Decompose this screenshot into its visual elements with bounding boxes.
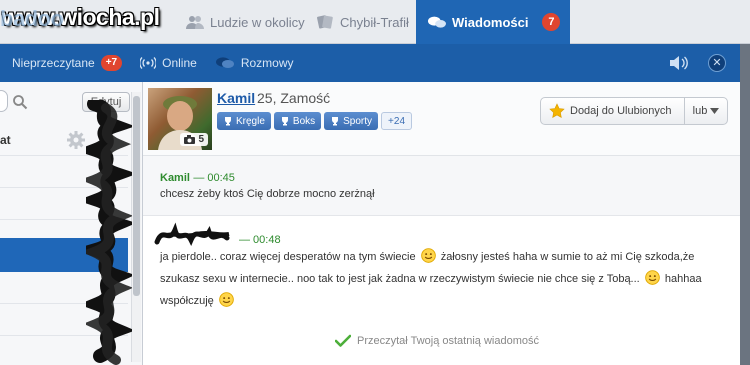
censored-author-scribble — [154, 222, 230, 246]
trophy-icon — [332, 117, 339, 126]
people-icon — [186, 16, 204, 29]
message-header: Kamil — 00:45 — [160, 170, 235, 184]
trophy-icon — [225, 117, 231, 126]
list-item-label: at — [0, 133, 11, 147]
profile-header: 5 Kamil 25, Zamość Kręgle Boks Sporty +2… — [143, 82, 740, 156]
gear-icon[interactable] — [66, 130, 86, 150]
message-author[interactable]: Kamil — [160, 172, 190, 184]
camera-icon — [184, 135, 196, 144]
add-to-favorites-button[interactable]: Dodaj do Ulubionych — [540, 97, 685, 125]
checkmark-icon — [335, 334, 351, 347]
page-background-edge — [740, 44, 750, 365]
filter-online[interactable]: Online — [140, 56, 197, 70]
smiley-icon — [644, 270, 660, 285]
or-label: lub — [692, 105, 708, 117]
add-to-favorites-label: Dodaj do Ulubionych — [570, 105, 672, 117]
message-time: — 00:45 — [193, 172, 235, 184]
nav-people-nearby[interactable]: Ludzie w okolicy — [186, 0, 305, 44]
more-interests-tag[interactable]: +24 — [381, 112, 413, 130]
star-icon — [549, 103, 565, 118]
chevron-down-icon — [710, 108, 720, 114]
interest-tag[interactable]: Sporty — [324, 112, 379, 130]
profile-age-city: 25, Zamość — [257, 90, 331, 106]
smiley-icon — [420, 248, 436, 263]
interest-tag-label: Kręgle — [236, 115, 265, 127]
online-signal-icon — [140, 57, 157, 69]
chat-panel: 5 Kamil 25, Zamość Kręgle Boks Sporty +2… — [143, 82, 740, 365]
unread-badge: +7 — [100, 55, 123, 71]
message-text: chcesz żeby ktoś Cię dobrze mocno zerżną… — [160, 188, 375, 200]
read-receipt: Przeczytał Twoją ostatnią wiadomość — [335, 334, 539, 347]
nav-messages-label: Wiadomości — [452, 14, 529, 30]
nav-hot-or-not[interactable]: Chybił-Trafił — [316, 0, 409, 44]
interest-tag[interactable]: Boks — [273, 112, 322, 130]
search-input[interactable] — [0, 90, 8, 112]
smiley-icon — [219, 292, 234, 307]
badoo-logo-text: badoo — [0, 6, 64, 31]
profile-name-link[interactable]: Kamil — [217, 90, 255, 106]
chat-bubbles-icon — [428, 16, 446, 28]
interest-tag-label: Sporty — [343, 115, 373, 127]
scrollbar-thumb[interactable] — [133, 96, 140, 296]
message-text: ja pierdole.. coraz więcej desperatów na… — [160, 246, 720, 312]
conversations-icon — [215, 57, 234, 68]
avatar[interactable]: 5 — [148, 88, 212, 150]
censor-scribble — [86, 100, 132, 365]
speaker-icon[interactable] — [668, 55, 688, 71]
nav-hot-or-not-label: Chybił-Trafił — [340, 14, 409, 30]
message-header: — 00:48 — [153, 222, 281, 248]
read-receipt-text: Przeczytał Twoją ostatnią wiadomość — [357, 334, 539, 347]
messenger-toolbar: Nieprzeczytane +7 Online Rozmowy ✕ — [0, 44, 740, 82]
logo[interactable]: badoo www.wiocha.pl — [0, 4, 190, 36]
filter-conversations[interactable]: Rozmowy — [215, 56, 294, 70]
cards-icon — [317, 15, 333, 29]
close-icon[interactable]: ✕ — [708, 54, 726, 72]
photo-count-value: 5 — [198, 134, 204, 145]
messages-count-badge: 7 — [542, 13, 561, 31]
message-text-part: ja pierdole.. coraz więcej desperatów na… — [160, 251, 416, 263]
message: Kamil — 00:45 chcesz żeby ktoś Cię dobrz… — [143, 156, 740, 216]
more-options-dropdown[interactable]: lub — [684, 97, 728, 125]
interest-tags: Kręgle Boks Sporty +24 — [217, 112, 413, 130]
photo-count[interactable]: 5 — [180, 133, 208, 146]
search-icon[interactable] — [12, 94, 28, 110]
conversations-label: Rozmowy — [240, 56, 294, 70]
message-time: — 00:48 — [239, 234, 281, 246]
online-label: Online — [162, 56, 197, 70]
filter-unread[interactable]: Nieprzeczytane +7 — [12, 55, 123, 71]
interest-tag-label: Boks — [292, 115, 316, 127]
nav-people-label: Ludzie w okolicy — [210, 14, 305, 30]
nav-messages[interactable]: Wiadomości 7 — [416, 0, 570, 44]
unread-label: Nieprzeczytane — [12, 56, 95, 70]
top-navigation: badoo www.wiocha.pl Ludzie w okolicy Chy… — [0, 0, 750, 44]
trophy-icon — [281, 117, 288, 126]
interest-tag[interactable]: Kręgle — [217, 112, 271, 130]
